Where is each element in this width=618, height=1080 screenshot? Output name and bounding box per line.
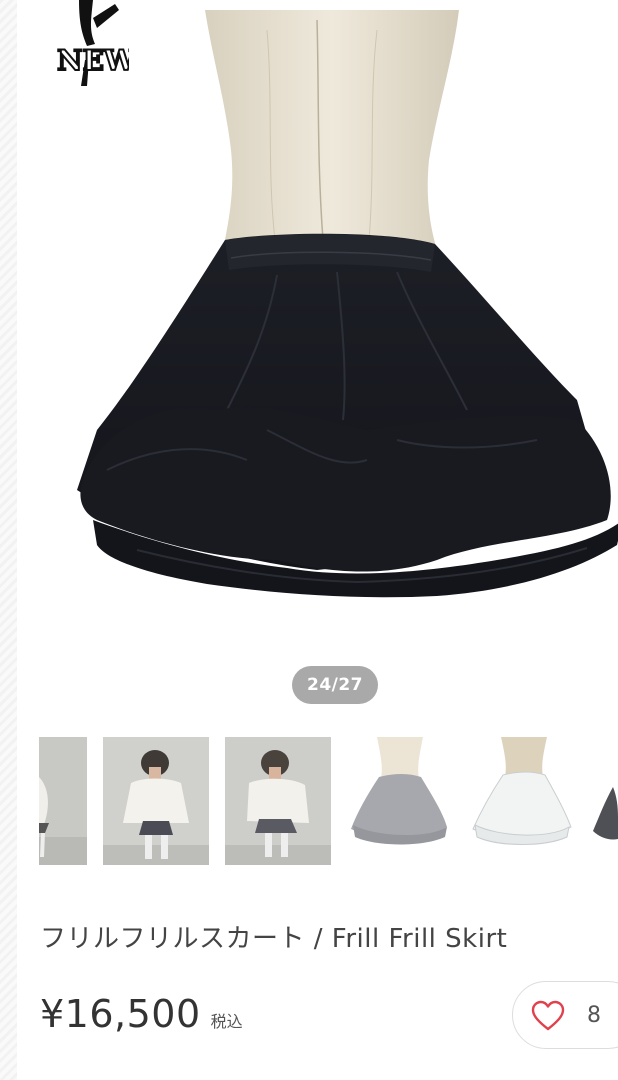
page-edge-texture (0, 0, 17, 1080)
skirt-photo (77, 10, 618, 598)
logo-text: NEW (57, 44, 129, 77)
dancer-silhouette-logo: NEW (56, 0, 129, 86)
thumbnail-grey-skirt-mannequin[interactable] (347, 737, 453, 865)
price-row: ¥16,500 税込 (40, 992, 243, 1042)
product-title: フリルフリルスカート / Frill Frill Skirt (40, 924, 508, 954)
thumbnail-model-front-pose[interactable] (103, 737, 209, 865)
thumbnail-strip[interactable] (0, 737, 618, 865)
heart-outline-icon (531, 1000, 565, 1031)
thumbnail-model-front-partial[interactable] (39, 737, 87, 865)
tax-included-label: 税込 (210, 1012, 243, 1031)
image-counter: 24/27 (292, 666, 378, 704)
thumbnail-model-side-pose[interactable] (225, 737, 331, 865)
thumbnail-white-skirt-mannequin[interactable] (469, 737, 575, 865)
product-price: ¥16,500 (40, 992, 201, 1036)
product-main-image[interactable]: NEW (17, 0, 618, 720)
product-page: NEW 24/27 フリルフリルスカート / Frill Frill Skirt… (0, 0, 618, 1080)
favorite-button[interactable]: 8 (512, 981, 618, 1049)
favorite-count: 8 (587, 1003, 601, 1028)
thumbnail-dark-skirt-mannequin-partial[interactable] (591, 737, 618, 865)
